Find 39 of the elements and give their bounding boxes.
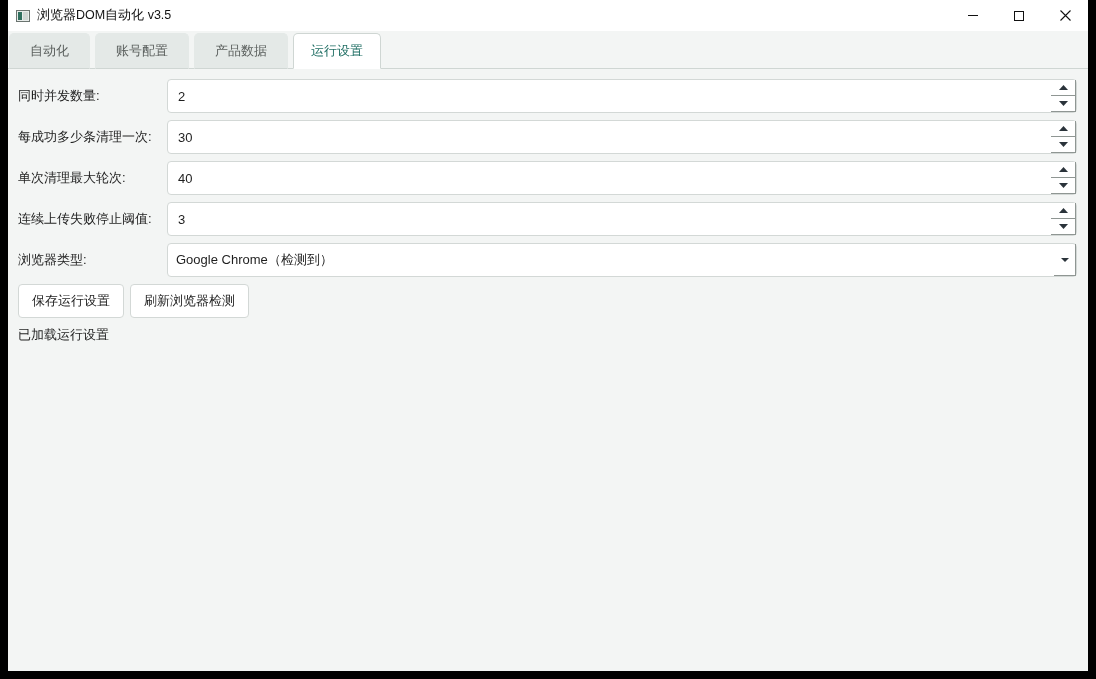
up-arrow-icon <box>1058 85 1068 90</box>
close-icon <box>1059 10 1071 21</box>
down-arrow-icon <box>1058 224 1068 229</box>
setting-label: 连续上传失败停止阈值: <box>18 210 153 228</box>
caret-icon <box>1060 257 1069 262</box>
up-arrow-icon <box>1058 208 1068 213</box>
number-field[interactable]: 2 <box>167 79 1077 113</box>
spin-up-button[interactable] <box>1051 121 1076 137</box>
spin-up-button[interactable] <box>1051 203 1076 219</box>
status-text: 已加载运行设置 <box>18 326 109 344</box>
minimize-icon <box>968 15 978 16</box>
down-arrow-icon <box>1058 101 1068 106</box>
tab[interactable]: 产品数据 <box>194 33 288 69</box>
maximize-icon <box>1014 10 1024 21</box>
setting-label: 浏览器类型: <box>18 251 88 269</box>
window-title: 浏览器DOM自动化 v3.5 <box>37 7 172 24</box>
down-arrow-icon <box>1058 142 1068 147</box>
spin-down-button[interactable] <box>1051 219 1076 235</box>
down-arrow-icon <box>1058 183 1068 188</box>
tab[interactable]: 自动化 <box>9 33 90 69</box>
spin-down-button[interactable] <box>1051 178 1076 194</box>
spin-up-button[interactable] <box>1051 162 1076 178</box>
number-field[interactable]: 3 <box>167 202 1077 236</box>
tab[interactable]: 账号配置 <box>95 33 189 69</box>
app-icon <box>16 9 30 22</box>
tab[interactable]: 运行设置 <box>293 33 381 69</box>
setting-label: 同时并发数量: <box>18 87 101 105</box>
spin-up-button[interactable] <box>1051 80 1076 96</box>
up-arrow-icon <box>1058 126 1068 131</box>
number-field[interactable]: 30 <box>167 120 1077 154</box>
dropdown[interactable]: Google Chrome（检测到） <box>167 243 1077 277</box>
spin-down-button[interactable] <box>1051 96 1076 112</box>
setting-label: 每成功多少条清理一次: <box>18 128 153 146</box>
setting-label: 单次清理最大轮次: <box>18 169 127 187</box>
up-arrow-icon <box>1058 167 1068 172</box>
number-field[interactable]: 40 <box>167 161 1077 195</box>
action-button[interactable]: 保存运行设置 <box>18 284 124 318</box>
action-button[interactable]: 刷新浏览器检测 <box>130 284 249 318</box>
spin-down-button[interactable] <box>1051 137 1076 153</box>
